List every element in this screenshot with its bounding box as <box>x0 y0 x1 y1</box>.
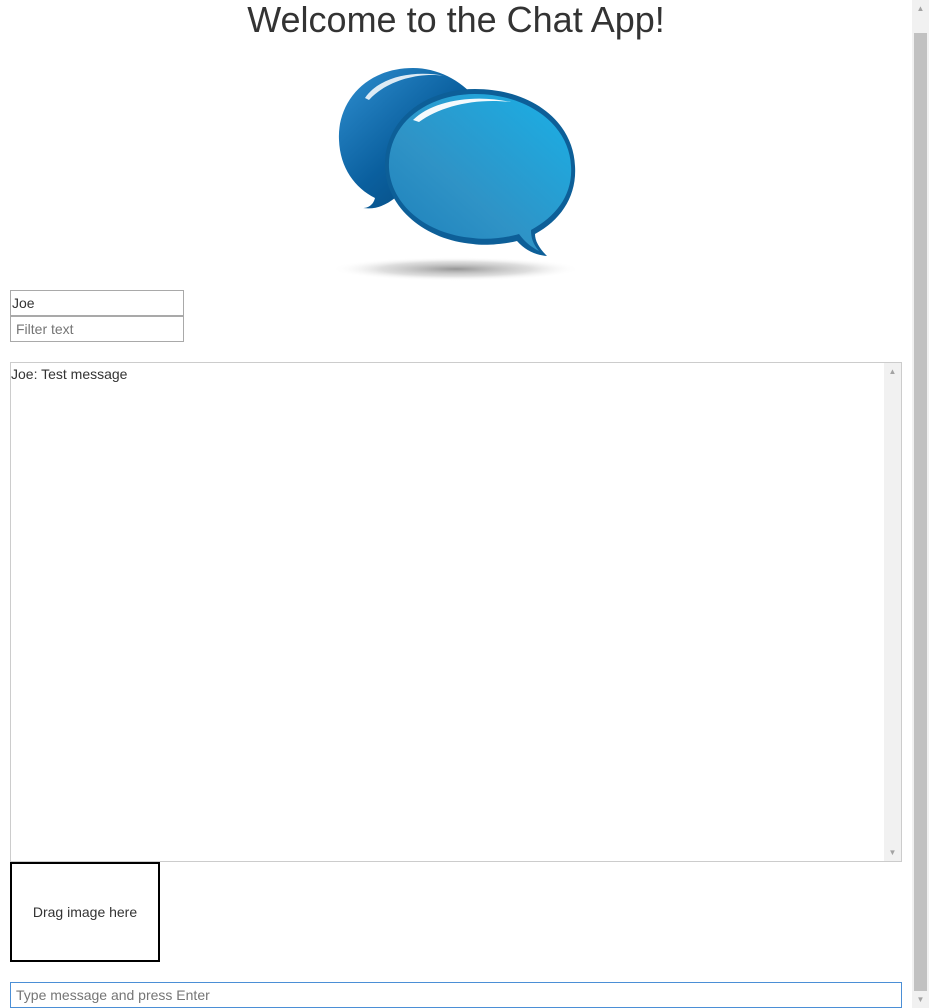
message-input[interactable] <box>10 982 902 1008</box>
chat-log[interactable]: Joe: Test message ▲ ▼ <box>10 362 902 862</box>
arrow-down-icon[interactable]: ▼ <box>912 991 929 1008</box>
chat-bubbles-logo <box>331 68 581 281</box>
chat-app-page: Welcome to the Chat App! Joe Filter text… <box>0 0 929 1008</box>
page-scrollbar[interactable]: ▲ ▼ <box>912 0 929 1008</box>
username-field[interactable] <box>10 290 184 316</box>
chat-messages: Joe: Test message <box>11 363 884 861</box>
drop-zone-label: Drag image here <box>32 904 138 920</box>
chat-message: Joe: Test message <box>11 366 128 382</box>
main-content: Welcome to the Chat App! Joe Filter text… <box>0 0 912 1008</box>
image-drop-zone[interactable]: Drag image here <box>10 862 160 962</box>
arrow-up-icon[interactable]: ▲ <box>884 363 901 380</box>
arrow-up-icon[interactable]: ▲ <box>912 0 929 17</box>
chat-log-scrollbar[interactable]: ▲ ▼ <box>884 363 901 861</box>
arrow-down-icon[interactable]: ▼ <box>884 844 901 861</box>
page-title: Welcome to the Chat App! <box>247 0 665 40</box>
filter-text-field[interactable] <box>10 316 184 342</box>
page-scrollbar-thumb[interactable] <box>914 33 927 991</box>
